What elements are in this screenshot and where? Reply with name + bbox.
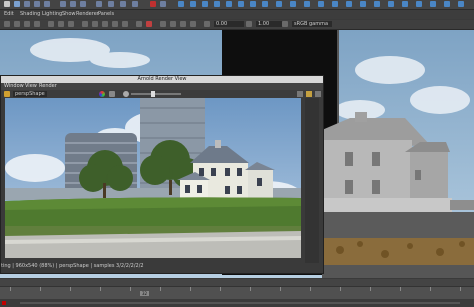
isolate-icon[interactable] bbox=[146, 21, 152, 27]
render-view-toolbar: perspShape bbox=[1, 90, 323, 98]
snap-curve-icon[interactable] bbox=[70, 1, 76, 7]
ao-icon[interactable] bbox=[160, 21, 166, 27]
playhead-icon[interactable] bbox=[2, 301, 6, 305]
light-manager-icon[interactable] bbox=[430, 1, 436, 7]
curve-icon[interactable] bbox=[374, 1, 380, 7]
motion-blur-icon[interactable] bbox=[170, 21, 176, 27]
arnold-render-view-window[interactable]: Arnold Render View Window View Render pe… bbox=[0, 75, 324, 274]
xray-icon[interactable] bbox=[136, 21, 142, 27]
record-icon[interactable] bbox=[150, 1, 156, 7]
move-icon[interactable] bbox=[24, 1, 30, 7]
tx-manager-icon[interactable] bbox=[416, 1, 422, 7]
light-icon[interactable] bbox=[178, 1, 184, 7]
torus-icon[interactable] bbox=[262, 1, 268, 7]
rv-menu-window[interactable]: Window bbox=[4, 83, 24, 90]
skydome-icon[interactable] bbox=[276, 1, 282, 7]
hypershade-icon[interactable] bbox=[160, 1, 166, 7]
render-view-side-panel[interactable] bbox=[305, 98, 319, 263]
gamma-icon[interactable] bbox=[246, 21, 252, 27]
resolution-gate-icon[interactable] bbox=[68, 21, 74, 27]
top-shelf-toolbar bbox=[0, 0, 474, 10]
camera-icon[interactable] bbox=[190, 1, 196, 7]
lock-icon[interactable] bbox=[306, 91, 312, 97]
history-icon[interactable] bbox=[96, 1, 102, 7]
cube-icon[interactable] bbox=[214, 1, 220, 7]
settings-icon[interactable] bbox=[315, 91, 321, 97]
exposure-field[interactable]: 0.00 bbox=[214, 21, 244, 27]
scale-icon[interactable] bbox=[44, 1, 50, 7]
wireframe-icon[interactable] bbox=[82, 21, 88, 27]
smooth-shade-icon[interactable] bbox=[92, 21, 98, 27]
cone-icon[interactable] bbox=[238, 1, 244, 7]
exposure-slider[interactable] bbox=[131, 93, 181, 95]
bookmark-icon[interactable] bbox=[24, 21, 30, 27]
export-icon[interactable] bbox=[458, 1, 464, 7]
rv-menu-view[interactable]: View bbox=[25, 83, 37, 90]
grid-icon[interactable] bbox=[48, 21, 54, 27]
range-track[interactable] bbox=[20, 302, 460, 304]
snap-point-icon[interactable] bbox=[80, 1, 86, 7]
menu-panels[interactable]: Panels bbox=[98, 11, 114, 17]
snap-grid-icon[interactable] bbox=[60, 1, 66, 7]
time-slider[interactable]: 32 bbox=[0, 286, 474, 299]
standin-icon[interactable] bbox=[346, 1, 352, 7]
exposure-icon[interactable] bbox=[204, 21, 210, 27]
photometric-light-icon[interactable] bbox=[318, 1, 324, 7]
exposure-dial-icon[interactable] bbox=[123, 91, 129, 97]
camera-select[interactable]: perspShape bbox=[13, 91, 47, 97]
shader-icon[interactable] bbox=[388, 1, 394, 7]
ground-plane bbox=[322, 212, 474, 238]
sphere-icon[interactable] bbox=[202, 1, 208, 7]
area-light-icon[interactable] bbox=[290, 1, 296, 7]
plane-icon[interactable] bbox=[250, 1, 256, 7]
exposure-slider-handle[interactable] bbox=[151, 91, 155, 97]
range-slider[interactable] bbox=[0, 299, 474, 307]
color-space-select[interactable]: sRGB gamma bbox=[292, 21, 332, 27]
camera-select-icon[interactable] bbox=[4, 21, 10, 27]
menu-lighting[interactable]: Lighting bbox=[42, 11, 62, 17]
mesh-light-icon[interactable] bbox=[304, 1, 310, 7]
physical-sky-icon[interactable] bbox=[332, 1, 338, 7]
cylinder-icon[interactable] bbox=[226, 1, 232, 7]
menu-renderer[interactable]: Renderer bbox=[76, 11, 99, 17]
rotate-icon[interactable] bbox=[34, 1, 40, 7]
channel-rgb-icon[interactable] bbox=[99, 91, 105, 97]
volume-icon[interactable] bbox=[360, 1, 366, 7]
shadows-icon[interactable] bbox=[122, 21, 128, 27]
ipr-icon[interactable] bbox=[120, 1, 126, 7]
menu-shading[interactable]: Shading bbox=[20, 11, 40, 17]
lights-icon[interactable] bbox=[112, 21, 118, 27]
render-frame-icon[interactable] bbox=[108, 1, 114, 7]
image-plane-icon[interactable] bbox=[34, 21, 40, 27]
viewport-floor bbox=[322, 265, 474, 278]
gamma-field[interactable]: 1.00 bbox=[256, 21, 282, 27]
render-icon[interactable] bbox=[4, 91, 10, 97]
current-frame-marker[interactable]: 32 bbox=[140, 291, 150, 296]
snapshot-icon[interactable] bbox=[297, 91, 303, 97]
dof-icon[interactable] bbox=[190, 21, 196, 27]
aa-icon[interactable] bbox=[180, 21, 186, 27]
render-settings-icon[interactable] bbox=[132, 1, 138, 7]
flush-cache-icon[interactable] bbox=[444, 1, 450, 7]
camera-attr-icon[interactable] bbox=[14, 21, 20, 27]
viewport-toolbar: 0.00 1.00 sRGB gamma bbox=[0, 20, 474, 30]
viewport-menubar: Edit Shading Lighting Show Renderer Pane… bbox=[0, 10, 474, 19]
rv-menu-render[interactable]: Render bbox=[39, 83, 57, 90]
select-icon[interactable] bbox=[14, 1, 20, 7]
fence-texture bbox=[322, 238, 474, 265]
color-management-icon[interactable] bbox=[282, 21, 288, 27]
film-gate-icon[interactable] bbox=[58, 21, 64, 27]
textured-icon[interactable] bbox=[102, 21, 108, 27]
render-view-title[interactable]: Arnold Render View bbox=[1, 76, 323, 83]
menu-view[interactable]: Edit bbox=[4, 11, 14, 17]
tool-icon[interactable] bbox=[4, 1, 10, 7]
alpha-icon[interactable] bbox=[109, 91, 115, 97]
render-view-menubar: Window View Render bbox=[1, 83, 323, 90]
render-status: ting | 960x540 (88%) | perspShape | samp… bbox=[1, 263, 144, 269]
rendered-image bbox=[5, 98, 301, 258]
aov-icon[interactable] bbox=[402, 1, 408, 7]
menu-show[interactable]: Show bbox=[62, 11, 76, 17]
